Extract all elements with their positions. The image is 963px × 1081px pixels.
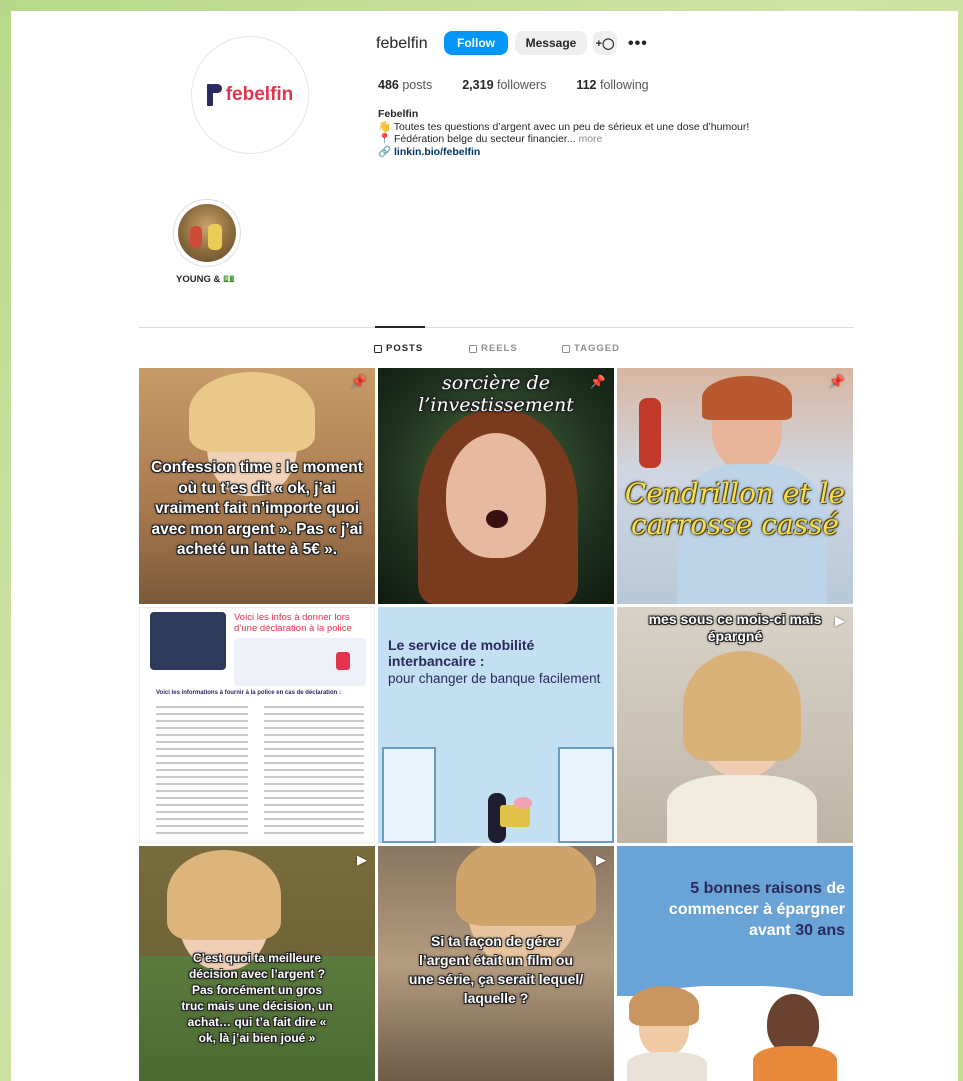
tab-posts[interactable]: POSTS [374,343,423,354]
more-options-icon[interactable]: ••• [628,35,648,53]
febelfin-logo-mark [206,84,222,106]
bio-line-1: 👋 Toutes tes questions d’argent avec un … [378,120,750,133]
bio-link[interactable]: 🔗 linkin.bio/febelfin [378,146,749,159]
active-tab-indicator [375,326,425,328]
message-button[interactable]: Message [515,31,587,55]
profile-stats: 486 posts 2,319 followers 112 following [378,78,649,92]
post-caption: mes sous ce mois-ci mais épargné [648,611,822,644]
posts-count: 486 [378,78,399,92]
tab-posts-label: POSTS [386,343,424,354]
post-title: Le service de mobilité interbancaire : [388,637,535,669]
post-tile[interactable]: Voici les infos à donner lors d’une décl… [139,607,375,843]
post-tile[interactable]: Le service de mobilité interbancaire : p… [378,607,614,843]
post-subtitle: Voici les informations à fournir à la po… [156,690,341,696]
post-tile[interactable]: ▶ Si ta façon de gérer l’argent était un… [378,846,614,1081]
reels-icon [469,344,477,353]
post-tile[interactable]: 📌 Confession time : le moment où tu t’es… [139,368,375,604]
tab-tagged-label: TAGGED [574,343,620,354]
post-caption: Cendrillon et le carrosse cassé [624,477,846,541]
highlight-label: YOUNG & 💵 [176,274,235,285]
followers-stat[interactable]: 2,319 followers [462,78,546,92]
logo-text: febelfin [225,84,294,105]
bio-line-2: 📍 Fédération belge du secteur financier.… [378,133,576,145]
following-stat[interactable]: 112 following [576,78,648,92]
tab-reels[interactable]: REELS [469,343,518,354]
post-caption: Si ta façon de gérer l’argent était un f… [408,933,584,1006]
post-title-part3: 30 ans [795,922,845,939]
profile-username: febelfin [376,35,428,52]
reel-icon: ▶ [596,852,606,867]
pin-icon: 📌 [350,374,367,389]
febelfin-logo: febelfin [206,84,294,106]
following-label: following [599,78,649,92]
bio-name: Febelfin [378,108,419,120]
followers-count: 2,319 [462,78,494,92]
bio-line-2-wrap: 📍 Fédération belge du secteur financier.… [378,133,749,146]
story-highlight[interactable] [173,199,241,267]
profile-avatar[interactable]: febelfin [191,36,309,154]
grid-icon [374,344,382,353]
profile-page: febelfin febelfin Follow Message +◯ ••• … [11,11,958,1081]
post-tile[interactable]: ▶ mes sous ce mois-ci mais épargné [617,607,853,843]
post-tile[interactable]: 📌 Cendrillon et le carrosse cassé [617,368,853,604]
post-tile[interactable]: 📌 sorcière de l’investissement [378,368,614,604]
post-tile[interactable]: 5 bonnes raisons de commencer à épargner… [617,846,853,1081]
post-caption: C’est quoi ta meilleure décision avec l’… [181,951,333,1045]
reel-icon: ▶ [357,852,367,867]
following-count: 112 [576,78,597,92]
highlight-thumbnail [178,204,236,262]
post-title: Voici les infos à donner lors d’une décl… [234,612,352,634]
post-caption: Confession time : le moment où tu t’es d… [151,459,363,558]
post-title: 5 bonnes raisons de commencer à épargner… [627,878,845,941]
add-person-icon[interactable]: +◯ [593,31,617,55]
tab-tagged[interactable]: TAGGED [562,343,620,354]
follow-button[interactable]: Follow [444,31,508,55]
post-tile[interactable]: ▶ C’est quoi ta meilleure décision avec … [139,846,375,1081]
posts-grid: 📌 Confession time : le moment où tu t’es… [139,368,854,1081]
tabs-divider [139,327,854,328]
followers-label: followers [497,78,547,92]
tagged-icon [562,344,570,353]
post-subtitle: pour changer de banque facilement [388,671,601,686]
pin-icon: 📌 [828,374,845,389]
posts-stat: 486 posts [378,78,432,92]
post-title-part1: 5 bonnes raisons [690,880,822,897]
profile-bio: Febelfin 👋 Toutes tes questions d’argent… [378,108,749,158]
tab-reels-label: REELS [481,343,518,354]
post-caption: sorcière de l’investissement [418,372,574,416]
posts-label: posts [402,78,433,92]
bio-more-link[interactable]: more [578,133,602,145]
